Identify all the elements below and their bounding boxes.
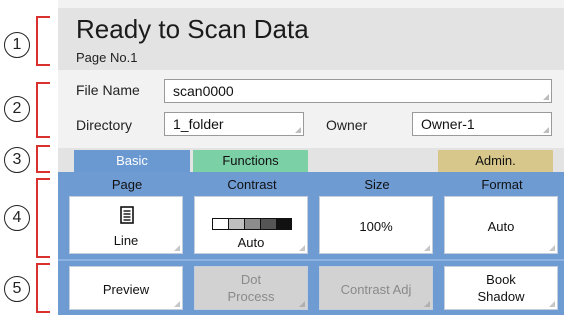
book-shadow-label-line1: Book (486, 272, 516, 287)
scan-info: File Name scan0000 Directory 1_folder Ow… (58, 74, 564, 144)
callout-2: 2 (4, 96, 30, 122)
page-value: Line (113, 233, 139, 248)
dot-process-label-line1: Dot (240, 272, 262, 287)
size-header: Size (364, 177, 390, 192)
contrast-adj-label: Contrast Adj (340, 282, 412, 297)
preview-button[interactable]: Preview (69, 266, 183, 310)
directory-field[interactable]: 1_folder (164, 112, 304, 136)
callout-3: 3 (4, 147, 30, 173)
size-button[interactable]: 100% (319, 196, 433, 254)
owner-field[interactable]: Owner-1 (412, 112, 552, 136)
callout-bracket-3 (36, 145, 50, 173)
page-number: Page No.1 (76, 50, 138, 65)
callout-4: 4 (4, 205, 30, 231)
contrast-scale-icon (212, 218, 292, 230)
page-icon (120, 206, 134, 224)
row-divider (58, 259, 564, 261)
contrast-header: Contrast (227, 177, 277, 192)
tab-admin[interactable]: Admin. (438, 150, 553, 172)
callout-1: 1 (4, 32, 30, 58)
dot-process-button[interactable]: Dot Process (194, 266, 308, 310)
format-button[interactable]: Auto (444, 196, 558, 254)
status-header: Ready to Scan Data Page No.1 (58, 8, 564, 70)
file-name-label: File Name (76, 82, 140, 98)
tab-basic[interactable]: Basic (74, 150, 190, 172)
book-shadow-label-line2: Shadow (477, 289, 525, 304)
directory-label: Directory (76, 117, 133, 133)
status-title: Ready to Scan Data (76, 14, 309, 44)
size-value: 100% (359, 219, 393, 234)
book-shadow-button[interactable]: Book Shadow (444, 266, 558, 310)
callout-5: 5 (4, 276, 30, 302)
tab-bar: Basic Functions Admin. (58, 148, 564, 172)
callout-bracket-1 (36, 16, 50, 66)
format-value: Auto (487, 219, 515, 234)
format-header: Format (481, 177, 523, 192)
contrast-value: Auto (237, 235, 265, 250)
owner-label: Owner (326, 117, 368, 133)
dot-process-label-line2: Process (227, 289, 275, 304)
tab-functions[interactable]: Functions (193, 150, 308, 172)
callout-bracket-5 (36, 263, 50, 313)
file-name-field[interactable]: scan0000 (164, 79, 552, 103)
contrast-button[interactable]: Auto (194, 196, 308, 254)
callout-bracket-4 (36, 178, 50, 258)
callout-bracket-2 (36, 82, 50, 138)
contrast-adj-button[interactable]: Contrast Adj (319, 266, 433, 310)
page-header: Page (111, 177, 143, 192)
preview-label: Preview (102, 282, 150, 297)
page-button[interactable]: Line (69, 196, 183, 254)
